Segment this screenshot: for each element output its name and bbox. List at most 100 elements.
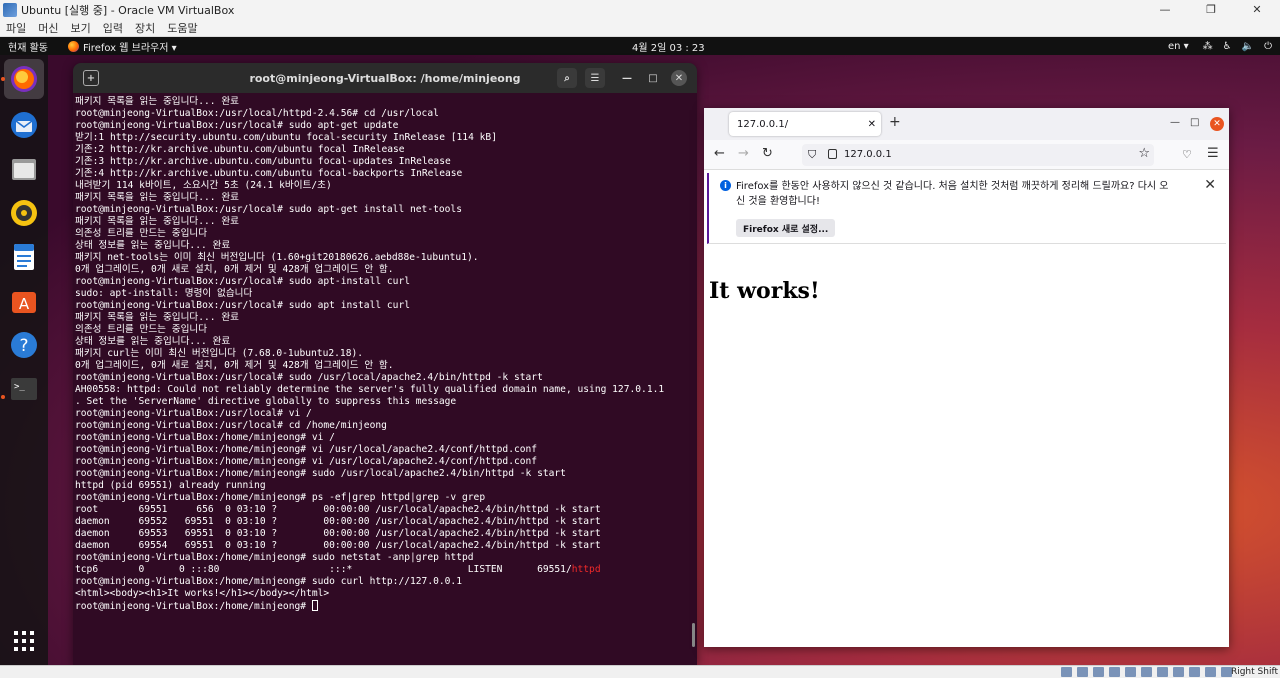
terminal-line: root@minjeong-VirtualBox:/home/minjeong#… [75, 432, 335, 443]
cpu-icon[interactable] [1189, 667, 1200, 677]
terminal-icon: >_ [11, 378, 37, 400]
dock-help[interactable]: ? [4, 325, 44, 365]
terminal-line: root@minjeong-VirtualBox:/home/minjeong#… [75, 456, 538, 467]
terminal-headerbar[interactable]: + root@minjeong-VirtualBox: /home/minjeo… [73, 63, 697, 93]
info-icon: i [720, 180, 731, 191]
terminal-window[interactable]: + root@minjeong-VirtualBox: /home/minjeo… [73, 63, 697, 665]
terminal-line: daemon 69554 69551 0 03:10 ? 00:00:00 /u… [75, 540, 601, 551]
running-indicator [1, 77, 5, 81]
network-icon[interactable] [1109, 667, 1120, 677]
menu-help[interactable]: 도움말 [161, 20, 203, 36]
input-language[interactable]: en ▾ [1168, 41, 1189, 52]
terminal-line: root@minjeong-VirtualBox:/usr/local# sud… [75, 372, 543, 383]
vbox-title: Ubuntu [실행 중] - Oracle VM VirtualBox [21, 3, 235, 17]
page-heading: It works! [709, 278, 820, 304]
recording-icon[interactable] [1173, 667, 1184, 677]
dock-files[interactable] [4, 149, 44, 189]
hamburger-menu-icon[interactable]: ☰ [585, 68, 605, 88]
new-tab-icon[interactable]: + [889, 114, 901, 130]
thunderbird-icon [11, 112, 37, 138]
terminal-line: 받기:1 http://security.ubuntu.com/ubuntu f… [75, 132, 497, 143]
reload-icon[interactable]: ↻ [762, 146, 773, 161]
terminal-line: 패키지 net-tools는 이미 최신 버전입니다 (1.60+git2018… [75, 252, 479, 263]
close-icon[interactable]: ✕ [1204, 177, 1216, 193]
dock-thunderbird[interactable] [4, 105, 44, 145]
close-icon[interactable]: ✕ [671, 70, 687, 86]
terminal-line: 패키지 목록을 읽는 중입니다... 완료 [75, 312, 239, 323]
accessibility-icon: ♿ [1222, 40, 1232, 52]
system-menu[interactable]: ⁂ ♿ 🔈 ⏻ [1203, 41, 1272, 52]
activities-button[interactable]: 현재 활동 [8, 39, 48, 54]
mouse-integration-icon[interactable] [1205, 667, 1216, 677]
page-content: It works! [704, 274, 1229, 647]
terminal-line: root@minjeong-VirtualBox:/home/minjeong#… [75, 492, 486, 503]
terminal-line: 기존:4 http://kr.archive.ubuntu.com/ubuntu… [75, 168, 463, 179]
volume-icon: 🔈 [1241, 40, 1255, 52]
browser-tab[interactable]: 127.0.0.1/ ✕ [729, 112, 881, 136]
dock-firefox[interactable] [4, 59, 44, 99]
dock-writer[interactable] [4, 237, 44, 277]
terminal-scrollbar[interactable] [692, 623, 695, 647]
app-menu[interactable]: Firefox 웹 브라우저 ▾ [68, 39, 177, 54]
firefox-icon [11, 66, 37, 92]
menu-file[interactable]: 파일 [0, 20, 32, 36]
hamburger-menu-icon[interactable]: ☰ [1207, 146, 1219, 161]
close-icon[interactable]: ✕ [1234, 0, 1280, 19]
terminal-line: root 69551 656 0 03:10 ? 00:00:00 /usr/l… [75, 504, 601, 515]
menu-devices[interactable]: 장치 [129, 20, 161, 36]
terminal-line: 상태 정보를 읽는 중입니다... 완료 [75, 336, 231, 347]
minimize-icon[interactable]: — [1142, 0, 1188, 19]
restore-icon[interactable]: ❐ [1188, 0, 1234, 19]
address-bar[interactable]: ⛉ 127.0.0.1 ☆ [802, 144, 1154, 166]
bookmark-star-icon[interactable]: ☆ [1138, 146, 1150, 161]
terminal-line: root@minjeong-VirtualBox:/usr/local# cd … [75, 420, 387, 431]
terminal-output[interactable]: 패키지 목록을 읽는 중입니다... 완료 root@minjeong-Virtu… [73, 93, 697, 612]
forward-icon[interactable]: → [738, 146, 749, 161]
back-icon[interactable]: ← [714, 146, 725, 161]
firefox-window[interactable]: 127.0.0.1/ ✕ + — □ ✕ ← → ↻ ⛉ 127.0.0.1 ☆… [704, 108, 1229, 647]
terminal-line: root@minjeong-VirtualBox:/home/minjeong#… [75, 552, 474, 563]
menu-view[interactable]: 보기 [65, 20, 97, 36]
shared-folder-icon[interactable] [1141, 667, 1152, 677]
terminal-line: 패키지 목록을 읽는 중입니다... 완료 [75, 216, 239, 227]
tab-close-icon[interactable]: ✕ [868, 119, 876, 130]
search-icon[interactable]: ⌕ [557, 68, 577, 88]
network-icon: ⁂ [1202, 40, 1213, 52]
terminal-line: 패키지 목록을 읽는 중입니다... 완료 [75, 96, 239, 107]
terminal-line: httpd (pid 69551) already running [75, 480, 266, 491]
terminal-line: 의존성 트리를 만드는 중입니다 [75, 324, 208, 335]
dock-software[interactable]: A [4, 281, 44, 321]
terminal-line: root@minjeong-VirtualBox:/usr/local# sud… [75, 300, 411, 311]
display-icon[interactable] [1157, 667, 1168, 677]
new-tab-icon[interactable]: + [83, 70, 99, 86]
minimize-icon[interactable]: — [619, 70, 635, 86]
maximize-icon[interactable]: □ [645, 70, 661, 86]
shield-icon[interactable]: ⛉ [808, 148, 816, 162]
terminal-line: root@minjeong-VirtualBox:/usr/local/http… [75, 108, 439, 119]
pocket-icon[interactable]: ♡ [1182, 148, 1192, 161]
terminal-line: daemon 69553 69551 0 03:10 ? 00:00:00 /u… [75, 528, 601, 539]
maximize-icon[interactable]: □ [1190, 117, 1199, 128]
menu-machine[interactable]: 머신 [32, 20, 64, 36]
page-info-icon[interactable] [828, 149, 837, 159]
terminal-line: root@minjeong-VirtualBox:/home/minjeong#… [75, 468, 566, 479]
vbox-menubar: 파일 머신 보기 입력 장치 도움말 [0, 19, 1280, 37]
writer-icon [14, 244, 34, 270]
svg-text:>_: >_ [14, 382, 25, 392]
dock-rhythmbox[interactable] [4, 193, 44, 233]
audio-icon[interactable] [1093, 667, 1104, 677]
dock-terminal[interactable]: >_ [4, 369, 44, 409]
usb-icon[interactable] [1125, 667, 1136, 677]
optical-drive-icon[interactable] [1077, 667, 1088, 677]
harddisk-icon[interactable] [1061, 667, 1072, 677]
refresh-notification: i Firefox를 한동안 사용하지 않으신 것 같습니다. 처음 설치한 것… [707, 173, 1226, 244]
menu-input[interactable]: 입력 [97, 20, 129, 36]
running-indicator [1, 395, 5, 399]
minimize-icon[interactable]: — [1170, 117, 1180, 128]
firefox-tabbar: 127.0.0.1/ ✕ + — □ ✕ [704, 108, 1229, 140]
refresh-firefox-button[interactable]: Firefox 새로 설정... [736, 219, 836, 237]
close-icon[interactable]: ✕ [1210, 117, 1224, 131]
terminal-cursor [311, 600, 318, 611]
show-applications[interactable] [4, 621, 44, 661]
clock[interactable]: 4월 2일 03 : 23 [632, 39, 705, 54]
